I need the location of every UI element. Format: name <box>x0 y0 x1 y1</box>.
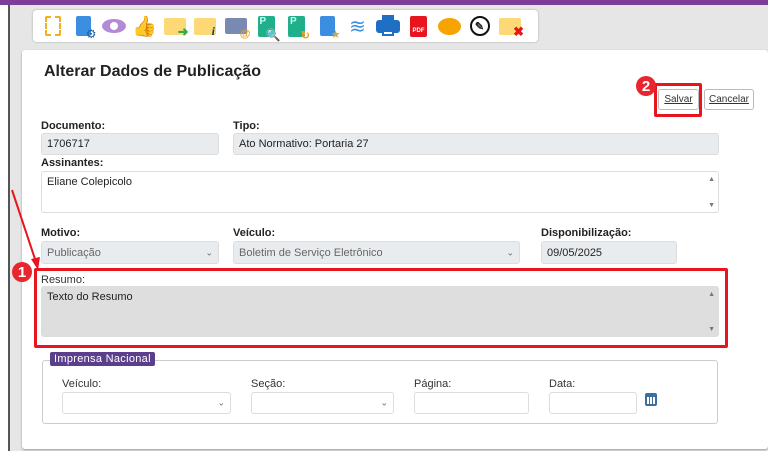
highlight-save <box>654 83 702 117</box>
badge-step-2: 2 <box>636 76 656 96</box>
annotation-arrow <box>11 189 37 263</box>
badge-step-1: 1 <box>12 262 32 282</box>
highlight-resumo <box>34 268 728 348</box>
annotation-overlay <box>11 189 40 270</box>
